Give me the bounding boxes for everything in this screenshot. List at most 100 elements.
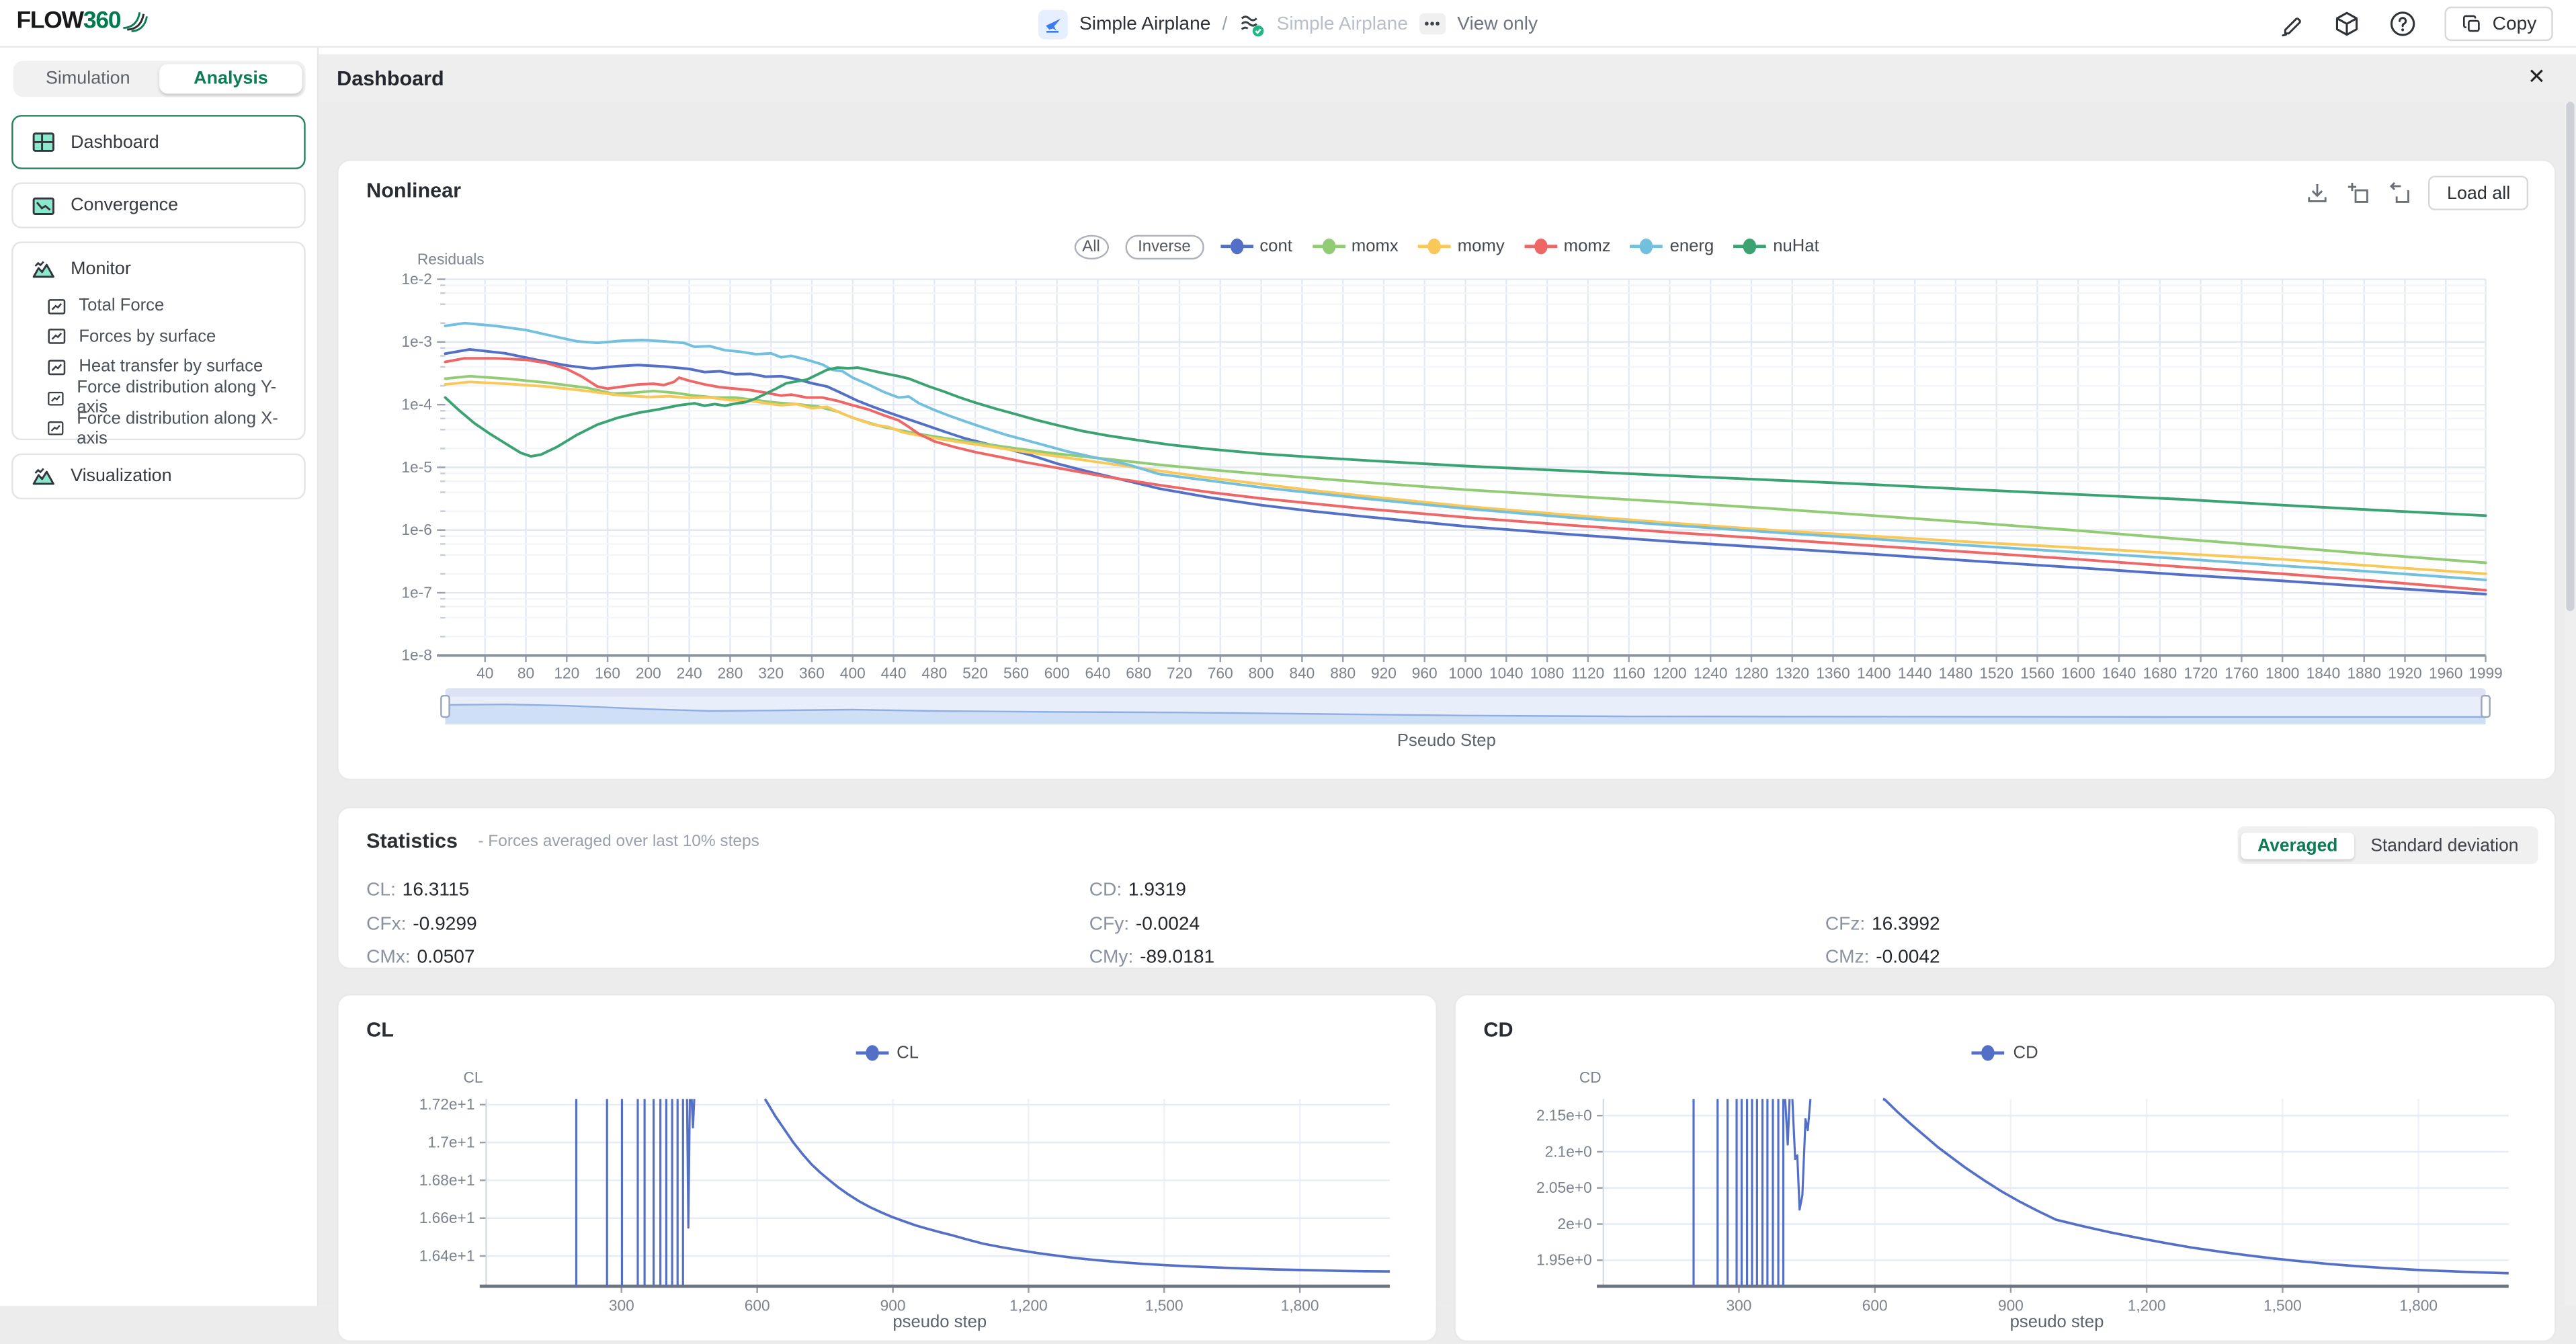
toggle-standard-deviation[interactable]: Standard deviation [2354, 832, 2535, 858]
chart-icon [46, 356, 67, 378]
edit-pen-icon[interactable] [2279, 11, 2305, 37]
cd-chart[interactable]: 3006009001,2001,5001,8002.15e+02.1e+02.0… [1456, 995, 2558, 1343]
cube-icon[interactable] [2333, 10, 2362, 38]
svg-text:1760: 1760 [2225, 665, 2259, 682]
svg-text:1e-7: 1e-7 [401, 583, 431, 601]
svg-text:1040: 1040 [1489, 665, 1524, 682]
svg-text:2e+0: 2e+0 [1558, 1215, 1592, 1232]
sidebar-item-label: Monitor [71, 259, 131, 279]
toggle-averaged[interactable]: Averaged [2241, 832, 2354, 858]
sidebar-item-force-dist-x[interactable]: Force distribution along X-axis [13, 413, 304, 443]
svg-text:600: 600 [1862, 1297, 1888, 1314]
svg-text:CD: CD [1579, 1068, 1602, 1086]
svg-text:680: 680 [1126, 665, 1151, 682]
slider-handle-right[interactable] [2481, 695, 2491, 718]
close-icon[interactable]: ✕ [2524, 64, 2550, 90]
svg-text:1400: 1400 [1857, 665, 1891, 682]
tab-simulation[interactable]: Simulation [16, 64, 159, 93]
logo-text-360: 360 [83, 8, 120, 34]
svg-text:80: 80 [517, 665, 534, 682]
pseudo-step-range-slider[interactable] [445, 688, 2485, 724]
slider-body [445, 696, 2485, 724]
svg-text:1,200: 1,200 [1009, 1297, 1048, 1314]
svg-text:1160: 1160 [1612, 665, 1645, 682]
svg-text:900: 900 [1998, 1297, 2024, 1314]
case-waves-icon [1239, 11, 1265, 37]
statistics-card: Statistics - Forces averaged over last 1… [337, 806, 2557, 969]
top-bar: FLOW360 Simple Airplane / [0, 0, 2576, 48]
dashboard-icon [31, 130, 56, 155]
svg-text:1480: 1480 [1939, 665, 1973, 682]
oscillation-segment [1785, 1099, 1790, 1144]
scrollbar-thumb[interactable] [2566, 102, 2574, 612]
svg-text:1e-2: 1e-2 [401, 270, 431, 288]
cl-card: CL CL 3006009001,2001,5001,8001.72e+11.7… [337, 994, 1438, 1342]
slider-minimap [445, 696, 2485, 724]
svg-text:1e-8: 1e-8 [401, 646, 431, 664]
svg-text:1280: 1280 [1735, 665, 1769, 682]
svg-text:CL: CL [463, 1068, 483, 1086]
stat-cd: CD:1.9319 [1089, 874, 1825, 907]
svg-text:1.64e+1: 1.64e+1 [419, 1247, 475, 1264]
svg-text:1000: 1000 [1448, 665, 1483, 682]
sidebar-item-label: Convergence [71, 196, 178, 215]
sidebar-subitem-label: Force distribution along X-axis [77, 409, 286, 448]
svg-text:1,500: 1,500 [1145, 1297, 1183, 1314]
vertical-scrollbar[interactable] [2565, 102, 2576, 1306]
svg-text:560: 560 [1003, 665, 1029, 682]
page-header: Dashboard ✕ [319, 54, 2576, 102]
svg-text:1080: 1080 [1530, 665, 1565, 682]
breadcrumb-project-name[interactable]: Simple Airplane [1079, 14, 1210, 34]
sidebar-subitem-label: Total Force [79, 296, 164, 316]
svg-text:520: 520 [962, 665, 988, 682]
sidebar-item-monitor[interactable]: Monitor [13, 248, 304, 291]
svg-text:1600: 1600 [2061, 665, 2095, 682]
svg-text:1440: 1440 [1898, 665, 1932, 682]
svg-text:1680: 1680 [2143, 665, 2177, 682]
svg-text:1880: 1880 [2347, 665, 2381, 682]
sidebar-item-convergence[interactable]: Convergence [11, 182, 306, 228]
stat-cfy: CFy:-0.0024 [1089, 908, 1825, 941]
sidebar-item-visualization[interactable]: Visualization [11, 454, 306, 499]
slider-top-strip [445, 688, 2485, 696]
cd-card: CD CD 3006009001,2001,5001,8002.15e+02.1… [1454, 994, 2556, 1342]
svg-text:640: 640 [1085, 665, 1111, 682]
svg-text:2.05e+0: 2.05e+0 [1536, 1179, 1592, 1196]
help-icon[interactable] [2389, 10, 2417, 38]
stat-cfz: CFz:16.3992 [1825, 908, 2527, 941]
sidebar-item-dashboard[interactable]: Dashboard [11, 115, 306, 169]
sidebar-item-label: Dashboard [71, 132, 159, 152]
flow360-logo[interactable]: FLOW360 [16, 8, 150, 34]
svg-text:880: 880 [1330, 665, 1356, 682]
svg-text:1640: 1640 [2102, 665, 2136, 682]
breadcrumb-more-button[interactable]: ••• [1419, 13, 1446, 35]
svg-text:1320: 1320 [1776, 665, 1810, 682]
sidebar-item-forces-by-surface[interactable]: Forces by surface [13, 321, 304, 351]
svg-text:Residuals: Residuals [417, 251, 485, 268]
series-CL [765, 1099, 1390, 1271]
copy-button[interactable]: Copy [2445, 7, 2553, 41]
svg-text:2.15e+0: 2.15e+0 [1536, 1106, 1592, 1124]
visualization-icon [31, 464, 56, 489]
chart-icon [46, 417, 65, 439]
dashboard-content: Nonlinear Load all [319, 102, 2576, 1306]
svg-text:600: 600 [745, 1297, 770, 1314]
svg-text:320: 320 [758, 665, 784, 682]
sidebar-item-total-force[interactable]: Total Force [13, 291, 304, 321]
slider-handle-left[interactable] [440, 695, 450, 718]
breadcrumb-case-name[interactable]: Simple Airplane [1277, 14, 1408, 34]
stat-cmz: CMz:-0.0042 [1825, 941, 2527, 975]
stat-cl: CL:16.3115 [366, 874, 1089, 907]
cl-chart[interactable]: 3006009001,2001,5001,8001.72e+11.7e+11.6… [339, 995, 1440, 1343]
svg-text:760: 760 [1208, 665, 1233, 682]
sidebar-subitem-label: Heat transfer by surface [79, 358, 263, 377]
project-type-badge[interactable] [1038, 9, 1068, 38]
cd-x-axis-label: pseudo step [1604, 1312, 2510, 1332]
tab-analysis[interactable]: Analysis [159, 64, 302, 93]
oscillation-segment [692, 1099, 694, 1127]
sidebar-group-monitor: Monitor Total Force Forces by surface He… [11, 241, 306, 440]
svg-text:840: 840 [1289, 665, 1315, 682]
svg-text:920: 920 [1371, 665, 1397, 682]
airplane-icon [1043, 14, 1063, 34]
stat-cfx: CFx:-0.9299 [366, 908, 1089, 941]
